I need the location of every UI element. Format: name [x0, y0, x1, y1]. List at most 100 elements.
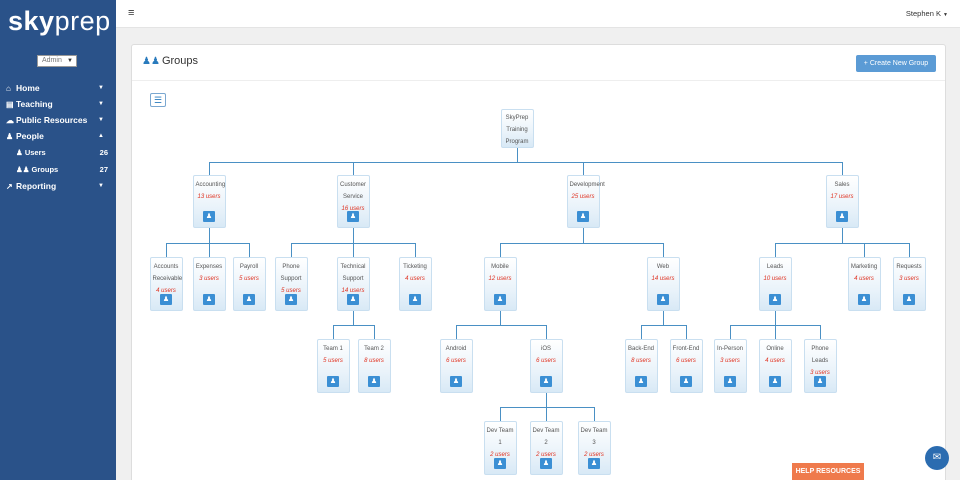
add-user-icon[interactable]: ♟	[285, 294, 297, 305]
group-node-back-end[interactable]: Back-End 8 users ♟	[624, 339, 658, 393]
group-node-requests[interactable]: Requests 3 users ♟	[892, 257, 926, 311]
group-node-accounting[interactable]: Accounting 13 users ♟	[192, 175, 226, 228]
group-node-sales[interactable]: Sales 17 users ♟	[825, 175, 859, 228]
add-user-icon[interactable]: ♟	[724, 376, 736, 387]
chat-icon[interactable]: ✉	[925, 446, 949, 470]
sidebar-item-public-resources[interactable]: ☁ Public Resources ▼	[0, 112, 116, 128]
group-user-count: 4 users	[854, 276, 874, 282]
group-name: Ticketing	[403, 264, 427, 270]
add-user-icon[interactable]: ♟	[409, 294, 421, 305]
add-user-icon[interactable]: ♟	[327, 376, 339, 387]
add-user-icon[interactable]: ♟	[368, 376, 380, 387]
role-select[interactable]: Admin ▼	[37, 55, 77, 67]
group-name: Payroll	[239, 264, 259, 270]
add-user-icon[interactable]: ♟	[769, 376, 781, 387]
add-user-icon[interactable]: ♟	[160, 294, 172, 305]
sidebar-item-reporting[interactable]: ↗ Reporting ▼	[0, 178, 116, 194]
group-node-accounts-receivable[interactable]: Accounts Receivable 4 users ♟	[149, 257, 183, 311]
create-new-group-button[interactable]: + Create New Group	[856, 55, 936, 72]
add-user-icon[interactable]: ♟	[814, 376, 826, 387]
add-user-icon[interactable]: ♟	[540, 376, 552, 387]
users-icon: ♟♟	[16, 165, 30, 174]
user-menu[interactable]: Stephen K ▼	[906, 9, 948, 18]
group-user-count: 3 users	[899, 276, 919, 282]
help-resources-button[interactable]: HELP RESOURCES	[792, 463, 864, 480]
add-user-icon[interactable]: ♟	[347, 211, 359, 222]
group-node-leads[interactable]: Leads 10 users ♟	[758, 257, 792, 311]
add-user-icon[interactable]: ♟	[243, 294, 255, 305]
add-user-icon[interactable]: ♟	[903, 294, 915, 305]
group-name: Dev Team 2	[532, 428, 560, 446]
add-user-icon[interactable]: ♟	[203, 294, 215, 305]
group-node-expenses[interactable]: Expenses 3 users ♟	[192, 257, 226, 311]
add-user-icon[interactable]: ♟	[347, 294, 359, 305]
group-name: Requests	[896, 264, 922, 270]
add-user-icon[interactable]: ♟	[203, 211, 215, 222]
group-node-phone-support[interactable]: Phone Support 5 users ♟	[274, 257, 308, 311]
group-name: Leads	[766, 264, 784, 270]
group-name: Marketing	[850, 264, 878, 270]
group-node-marketing[interactable]: Marketing 4 users ♟	[847, 257, 881, 311]
group-node-front-end[interactable]: Front-End 6 users ♟	[669, 339, 703, 393]
group-node-dev-team-2[interactable]: Dev Team 22 users ♟	[529, 421, 563, 475]
sidebar-item-users[interactable]: ♟ Users 26	[0, 144, 116, 161]
add-user-icon[interactable]: ♟	[836, 211, 848, 222]
sidebar-item-label: Groups	[31, 165, 59, 174]
group-name: In-Person	[716, 346, 743, 352]
sidebar-item-groups[interactable]: ♟♟ Groups 27	[0, 161, 116, 178]
group-name: Web	[656, 264, 670, 270]
group-node-team-2[interactable]: Team 2 8 users ♟	[357, 339, 391, 393]
page-title-text: Groups	[161, 55, 199, 67]
group-node-technical-support[interactable]: Technical Support 14 users ♟	[336, 257, 370, 311]
sidebar-item-people[interactable]: ♟ People ▲	[0, 128, 116, 144]
cloud-icon: ☁	[6, 116, 14, 125]
add-user-icon[interactable]: ♟	[769, 294, 781, 305]
group-name: Customer Service	[339, 182, 366, 200]
sidebar: skyprep Admin ▼ ⌂ Home ▼ ▤ Teaching ▼ ☁ Public…	[0, 0, 116, 480]
group-node-in-person[interactable]: In-Person 3 users ♟	[713, 339, 747, 393]
home-icon: ⌂	[6, 84, 11, 93]
group-node-web[interactable]: Web 14 users ♟	[646, 257, 680, 311]
add-user-icon[interactable]: ♟	[635, 376, 647, 387]
add-user-icon[interactable]: ♟	[540, 458, 552, 469]
group-name: Team 2	[364, 346, 384, 352]
group-user-count: 6 users	[536, 358, 556, 364]
group-name: Mobile	[491, 264, 509, 270]
sidebar-item-teaching[interactable]: ▤ Teaching ▼	[0, 96, 116, 112]
group-name: Dev Team 3	[580, 428, 608, 446]
sidebar-item-label: Users	[24, 148, 46, 157]
add-user-icon[interactable]: ♟	[494, 294, 506, 305]
group-user-count: 3 users	[199, 276, 219, 282]
add-user-icon[interactable]: ♟	[494, 458, 506, 469]
hamburger-menu-icon[interactable]: ≡	[128, 7, 134, 19]
group-node-android[interactable]: Android 6 users ♟	[439, 339, 473, 393]
group-node-customer-service[interactable]: Customer Service 16 users ♟	[336, 175, 370, 228]
group-user-count: 5 users	[323, 358, 343, 364]
group-node-payroll[interactable]: Payroll 5 users ♟	[232, 257, 266, 311]
line-chart-icon: ↗	[6, 182, 13, 191]
group-user-count: 3 users	[720, 358, 740, 364]
group-node-ticketing[interactable]: Ticketing 4 users ♟	[398, 257, 432, 311]
add-user-icon[interactable]: ♟	[450, 376, 462, 387]
add-user-icon[interactable]: ♟	[577, 211, 589, 222]
add-user-icon[interactable]: ♟	[657, 294, 669, 305]
group-node-development[interactable]: Development 25 users ♟	[566, 175, 605, 228]
list-view-toggle-icon[interactable]: ☰	[150, 93, 166, 107]
group-node-phone-leads[interactable]: Phone Leads 3 users ♟	[803, 339, 837, 393]
group-node-ios[interactable]: iOS 6 users ♟	[529, 339, 563, 393]
add-user-icon[interactable]: ♟	[680, 376, 692, 387]
add-user-icon[interactable]: ♟	[588, 458, 600, 469]
sidebar-item-home[interactable]: ⌂ Home ▼	[0, 80, 116, 96]
caret-down-icon: ▼	[98, 101, 104, 107]
caret-down-icon: ▼	[98, 183, 104, 189]
caret-down-icon: ▼	[943, 12, 948, 18]
group-node-online[interactable]: Online 4 users ♟	[758, 339, 792, 393]
group-node-skyprep-training-program[interactable]: SkyPrep Training Program	[500, 109, 534, 148]
group-node-dev-team-1[interactable]: Dev Team 12 users ♟	[483, 421, 517, 475]
add-user-icon[interactable]: ♟	[858, 294, 870, 305]
group-node-mobile[interactable]: Mobile 12 users ♟	[483, 257, 517, 311]
skyprep-logo[interactable]: skyprep	[8, 6, 111, 37]
group-node-dev-team-3[interactable]: Dev Team 32 users ♟	[577, 421, 611, 475]
group-node-team-1[interactable]: Team 1 5 users ♟	[316, 339, 350, 393]
group-name: iOS	[540, 346, 551, 352]
